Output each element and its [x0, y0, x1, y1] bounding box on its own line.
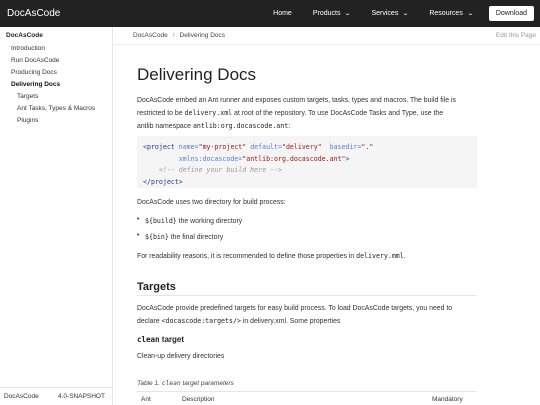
table-top-border [137, 391, 477, 392]
inline-code: delivery.xml [184, 109, 233, 117]
para-text: For readability reasons, it is recommend… [137, 253, 357, 260]
chevron-down-icon: ⌄ [466, 11, 474, 17]
section-heading-targets: Targets [137, 281, 176, 293]
list-item-text: the final directory [168, 234, 224, 241]
code-block[interactable]: <project name="my-project" default="deli… [137, 136, 477, 188]
code-value: "delivery" [281, 143, 322, 151]
list-item: ${bin} the final directory [137, 232, 224, 241]
footer-component-name: DocAsCode [4, 393, 39, 400]
edit-page-link[interactable]: Edit this Page [496, 32, 536, 39]
intro-text: at root of the repository. To use DocAsC… [232, 110, 444, 117]
clean-description: Clean-up delivery directories [137, 353, 225, 360]
sidebar-item-plugins[interactable]: Plugins [17, 117, 38, 124]
version-selector[interactable]: DocAsCode 4.0-SNAPSHOT [0, 387, 113, 405]
code-tag: </project> [143, 177, 183, 186]
heading-code: clean [137, 335, 160, 344]
footer-version: 4.0-SNAPSHOT [58, 393, 105, 400]
code-comment: <!-- define your build here --> [143, 166, 282, 174]
sidebar-item-introduction[interactable]: Introduction [11, 45, 45, 52]
code-line: xmlns:docascode="antlib:org.docascode.an… [143, 154, 471, 166]
targets-line-1: DocAsCode provide predefined targets for… [137, 305, 453, 312]
code-line: <project name="my-project" default="deli… [143, 142, 471, 154]
table-header-ant: Ant [141, 396, 151, 403]
top-navbar: DocAsCode Home Products ⌄ Services ⌄ Resou… [0, 0, 540, 27]
inline-code: <docascode:targets/> [161, 317, 241, 325]
nav-resources-label: Resources [429, 10, 463, 17]
chevron-down-icon: ⌄ [402, 11, 410, 17]
sidebar-title[interactable]: DocAsCode [6, 32, 43, 39]
code-value: "my-project" [198, 143, 247, 151]
breadcrumb-item-current[interactable]: Delivering Docs [180, 32, 226, 39]
sidebar-nav: DocAsCode Introduction Run DocAsCode Pro… [0, 27, 113, 405]
intro-text: antlib namespace [137, 123, 193, 130]
sidebar-item-delivering-docs[interactable]: Delivering Docs [11, 81, 60, 88]
breadcrumb-item-home[interactable]: DocAsCode [133, 32, 168, 39]
intro-text: restricted to be [137, 110, 185, 117]
code-attr: default= [246, 143, 282, 151]
heading-divider [137, 295, 477, 296]
table-caption: Table 1. clean target parameters [137, 380, 234, 387]
targets-paragraph: DocAsCode provide predefined targets for… [137, 303, 477, 328]
code-attr: basedir= [321, 143, 362, 151]
caption-code: clean [161, 380, 181, 387]
nav-products-label: Products [312, 10, 341, 17]
inline-code: ${build} [145, 217, 177, 225]
subsection-heading-clean: clean target [137, 335, 184, 344]
nav-services-label: Services [371, 10, 399, 17]
inline-code: antlib:org.docascode.ant [192, 122, 289, 130]
table-header-description: Description [182, 396, 215, 403]
code-attr: xmlns:docascode= [178, 154, 243, 163]
nav-home[interactable]: Home [273, 10, 292, 17]
caption-text: Table 1. [137, 380, 162, 387]
intro-paragraph: DocAsCode embed an Ant runner and expose… [137, 95, 477, 133]
para-text: in delivery.xml. Some properties [240, 318, 341, 325]
navbar-menu: Home Products ⌄ Services ⌄ Resources ⌄ Down… [252, 0, 534, 27]
targets-line-2: declare <docascode:targets/> in delivery… [137, 315, 477, 328]
code-value: "." [361, 143, 374, 151]
nav-products[interactable]: Products ⌄ [312, 10, 352, 17]
toolbar: DocAsCode / Delivering Docs Edit this Page [114, 27, 540, 45]
list-item: ${build} the working directory [137, 216, 243, 225]
sidebar-item-producing-docs[interactable]: Producing Docs [11, 69, 57, 76]
intro-line-2: restricted to be delivery.xml at root of… [137, 107, 477, 120]
code-value: "antlib:org.docascode.ant" [242, 154, 346, 163]
breadcrumb-separator: / [172, 32, 175, 39]
para-text: . [403, 253, 406, 260]
page-title: Delivering Docs [137, 65, 257, 84]
download-button[interactable]: Download [488, 6, 534, 21]
intro-line-1: DocAsCode embed an Ant runner and expose… [137, 97, 456, 104]
breadcrumb: DocAsCode / Delivering Docs [133, 32, 225, 39]
list-item-text: the working directory [176, 218, 243, 225]
table-header-mandatory: Mandatory [432, 396, 463, 403]
code-tag: > [345, 154, 350, 163]
intro-text: : [288, 123, 291, 130]
code-tag: <project [143, 143, 175, 151]
intro-line-3: antlib namespace antlib:org.docascode.an… [137, 120, 477, 133]
inline-code: delivery.mml [356, 252, 404, 260]
sidebar-item-ant-tasks[interactable]: Ant Tasks, Types & Macros [17, 105, 95, 112]
caption-text: target parameters [180, 380, 234, 387]
heading-text: target [159, 335, 185, 344]
brand-logo[interactable]: DocAsCode [7, 8, 60, 19]
uses-paragraph: DocAsCode uses two directory for build p… [137, 199, 286, 206]
readability-paragraph: For readability reasons, it is recommend… [137, 250, 477, 263]
code-attr: name= [174, 143, 199, 151]
inline-code: ${bin} [145, 233, 169, 241]
sidebar-item-targets[interactable]: Targets [17, 93, 38, 100]
para-text: declare [137, 318, 162, 325]
nav-services[interactable]: Services ⌄ [371, 10, 410, 17]
nav-resources[interactable]: Resources ⌄ [429, 10, 474, 17]
sidebar-item-run-docascode[interactable]: Run DocAsCode [11, 57, 59, 64]
chevron-down-icon: ⌄ [344, 11, 352, 17]
